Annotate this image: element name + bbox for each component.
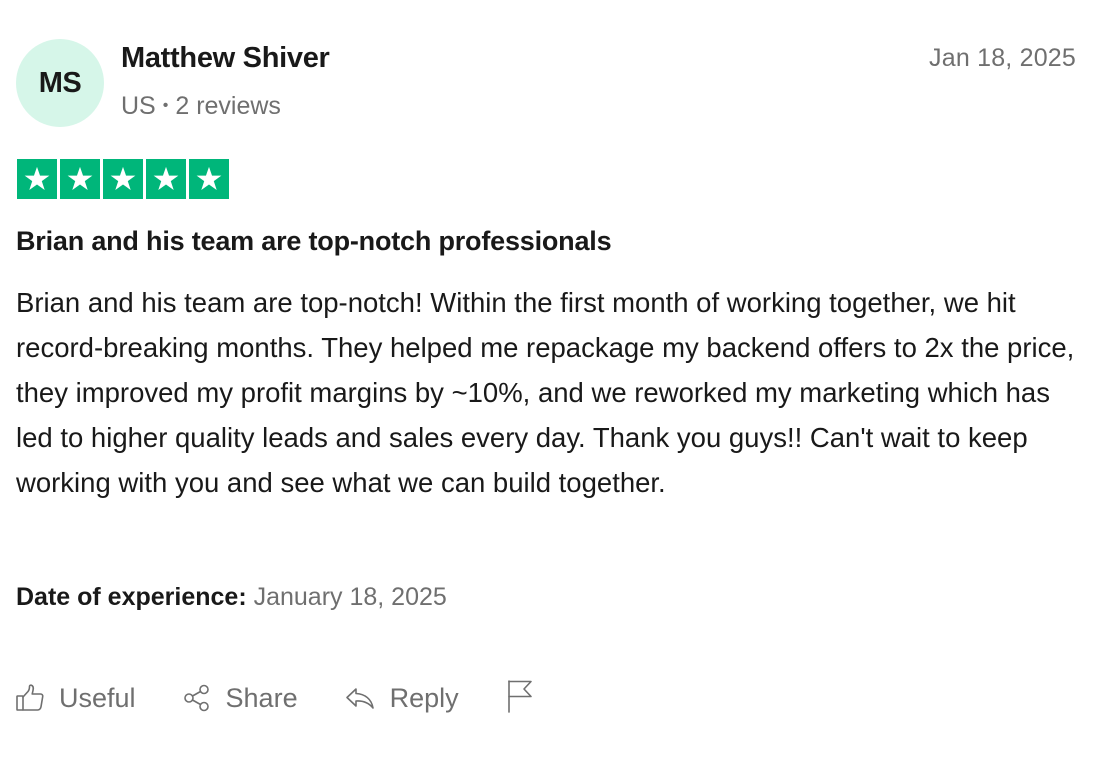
star-icon: [146, 159, 186, 199]
useful-label: Useful: [59, 682, 136, 713]
review-title[interactable]: Brian and his team are top-notch profess…: [16, 226, 612, 257]
star-icon: [189, 159, 229, 199]
review-card: MS Matthew Shiver US • 2 reviews Jan 18,…: [0, 0, 1114, 770]
report-button[interactable]: [505, 678, 535, 719]
reviewer-review-count[interactable]: 2 reviews: [175, 92, 281, 121]
reply-label: Reply: [389, 682, 459, 713]
avatar[interactable]: MS: [16, 39, 104, 127]
share-icon: [182, 683, 212, 713]
avatar-initials: MS: [38, 66, 82, 99]
star-icon: [60, 159, 100, 199]
useful-button[interactable]: Useful: [15, 683, 136, 714]
share-button[interactable]: Share: [182, 683, 298, 714]
reply-button[interactable]: Reply: [344, 683, 459, 714]
meta-separator: •: [162, 96, 169, 114]
experience-label: Date of experience:: [16, 583, 247, 611]
review-actions: Useful Share Reply: [15, 676, 535, 720]
reviewer-name[interactable]: Matthew Shiver: [121, 42, 330, 75]
review-date: Jan 18, 2025: [929, 44, 1076, 72]
date-of-experience: Date of experience: January 18, 2025: [16, 583, 447, 612]
review-body: Brian and his team are top-notch! Within…: [16, 287, 1075, 498]
share-label: Share: [225, 682, 298, 713]
flag-icon: [505, 678, 535, 719]
thumbs-up-icon: [15, 683, 45, 713]
reply-icon: [344, 683, 376, 713]
star-icon: [17, 159, 57, 199]
star-rating: [17, 159, 229, 199]
star-icon: [103, 159, 143, 199]
reviewer-country: US: [121, 92, 156, 120]
experience-date: January 18, 2025: [253, 583, 447, 611]
reviewer-meta: US • 2 reviews: [121, 92, 281, 121]
